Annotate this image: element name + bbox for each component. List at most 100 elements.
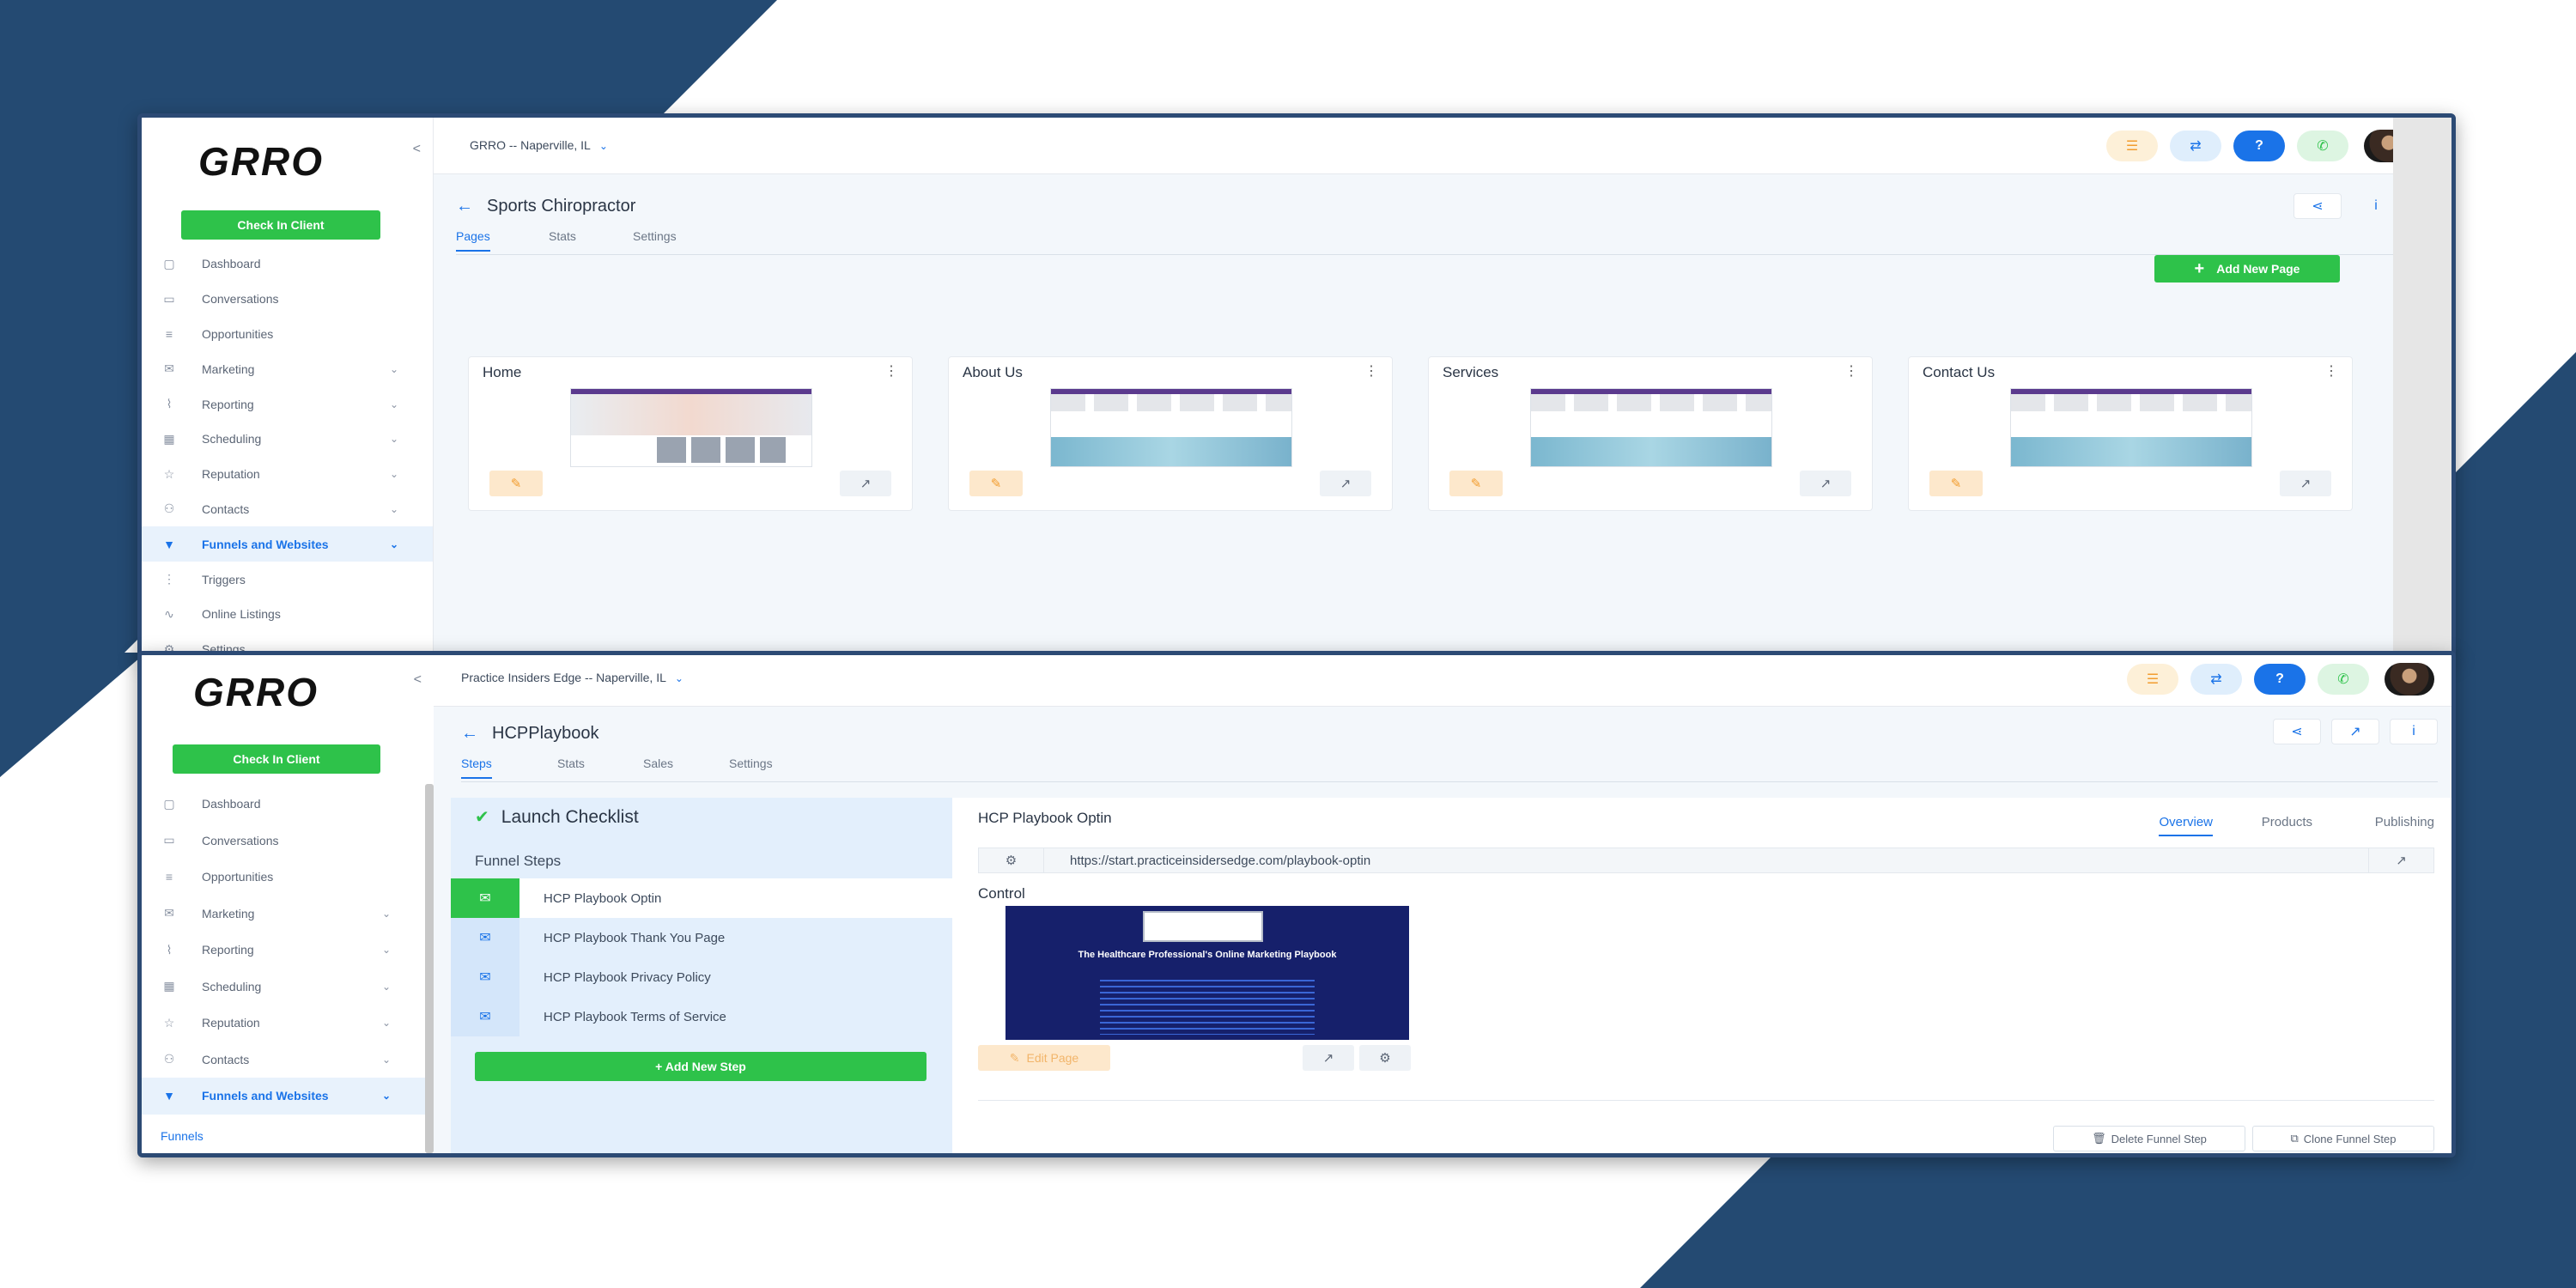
sidebar-subitem-funnels[interactable]: Funnels xyxy=(161,1129,204,1143)
sidebar-item-opportunities[interactable]: ≡ Opportunities xyxy=(142,859,425,896)
sidebar-item-conversations[interactable]: ▭ Conversations xyxy=(142,282,433,317)
sidebar-item-triggers[interactable]: ⋮ Triggers xyxy=(142,562,433,597)
help-icon[interactable]: ? xyxy=(2233,131,2285,161)
page-card[interactable]: Contact Us ⋮ ✎ ↗ xyxy=(1908,356,2353,511)
collapse-sidebar-icon[interactable]: < xyxy=(414,672,422,688)
sidebar-item-funnels-and-websites[interactable]: ▼ Funnels and Websites ⌄ xyxy=(142,526,433,562)
open-external-icon[interactable]: ↗ xyxy=(2331,719,2379,744)
check-in-client-button[interactable]: Check In Client xyxy=(181,210,380,240)
phone-icon[interactable]: ✆ xyxy=(2297,131,2348,161)
page-card[interactable]: Home ⋮ ✎ ↗ xyxy=(468,356,913,511)
clone-funnel-step-button[interactable]: ⧉ Clone Funnel Step xyxy=(2252,1126,2434,1151)
page-preview[interactable]: The Healthcare Professional's Online Mar… xyxy=(1005,906,1409,1040)
chevron-down-icon: ⌄ xyxy=(674,672,683,684)
location-switcher[interactable]: Practice Insiders Edge -- Naperville, IL… xyxy=(461,671,683,684)
sidebar-item-contacts[interactable]: ⚇ Contacts ⌄ xyxy=(142,1042,425,1078)
edit-page-button[interactable]: ✎ Edit Page xyxy=(978,1045,1110,1071)
sidebar-item-scheduling[interactable]: ▦ Scheduling ⌄ xyxy=(142,422,433,457)
page-thumbnail[interactable] xyxy=(1530,388,1772,467)
tab-settings[interactable]: Settings xyxy=(633,229,677,250)
open-external-icon[interactable]: ↗ xyxy=(2368,848,2433,872)
page-title: ← Sports Chiropractor xyxy=(456,197,635,216)
tab-bar: Pages Stats Settings xyxy=(456,229,2417,255)
chevron-down-icon: ⌄ xyxy=(381,980,391,993)
sidebar-item-online-listings[interactable]: ∿ Online Listings xyxy=(142,597,433,632)
avatar[interactable] xyxy=(2385,663,2434,696)
share-icon[interactable]: ⋖ xyxy=(2293,193,2342,219)
tab-pages[interactable]: Pages xyxy=(456,229,490,252)
edit-page-button[interactable]: ✎ xyxy=(489,471,543,496)
tab-products[interactable]: Products xyxy=(2262,815,2312,835)
page-card[interactable]: Services ⋮ ✎ ↗ xyxy=(1428,356,1873,511)
sidebar-item-reporting[interactable]: ⌇ Reporting ⌄ xyxy=(142,386,433,422)
add-new-page-button[interactable]: + Add New Page xyxy=(2154,255,2340,283)
swap-icon[interactable]: ⇄ xyxy=(2170,131,2221,161)
open-external-icon[interactable]: ↗ xyxy=(840,471,891,496)
help-icon[interactable]: ? xyxy=(2254,664,2306,695)
gear-icon[interactable]: ⚙ xyxy=(1359,1045,1411,1071)
open-external-icon[interactable]: ↗ xyxy=(2280,471,2331,496)
list-icon[interactable]: ☰ xyxy=(2127,664,2178,695)
sidebar-item-marketing[interactable]: ✉ Marketing ⌄ xyxy=(142,351,433,386)
tab-sales[interactable]: Sales xyxy=(643,756,673,777)
sidebar-item-reputation[interactable]: ☆ Reputation ⌄ xyxy=(142,457,433,492)
more-vertical-icon[interactable]: ⋮ xyxy=(1364,362,1378,380)
back-arrow-icon[interactable]: ← xyxy=(456,197,473,216)
tab-steps[interactable]: Steps xyxy=(461,756,492,779)
chevron-down-icon: ⌄ xyxy=(381,907,391,920)
funnel-step-item[interactable]: ✉ HCP Playbook Terms of Service xyxy=(451,997,952,1036)
collapse-sidebar-icon[interactable]: < xyxy=(413,142,421,157)
edit-page-button[interactable]: ✎ xyxy=(1449,471,1503,496)
sidebar-item-reporting[interactable]: ⌇ Reporting ⌄ xyxy=(142,932,425,969)
page-thumbnail[interactable] xyxy=(2010,388,2252,467)
mail-icon: ✉ xyxy=(164,361,174,376)
info-icon[interactable]: i xyxy=(2390,719,2438,744)
sidebar-scrollbar[interactable] xyxy=(425,784,434,1153)
add-new-step-button[interactable]: + Add New Step xyxy=(475,1052,927,1081)
sidebar-item-label: Triggers xyxy=(202,572,246,586)
open-external-icon[interactable]: ↗ xyxy=(1303,1045,1354,1071)
open-external-icon[interactable]: ↗ xyxy=(1320,471,1371,496)
more-vertical-icon[interactable]: ⋮ xyxy=(884,362,898,380)
open-external-icon[interactable]: ↗ xyxy=(1800,471,1851,496)
share-icon[interactable]: ⋖ xyxy=(2273,719,2321,744)
sidebar-item-marketing[interactable]: ✉ Marketing ⌄ xyxy=(142,896,425,933)
topbar: GRRO -- Naperville, IL ⌄ ☰ ⇄ ? ✆ xyxy=(434,118,2451,174)
sidebar-item-contacts[interactable]: ⚇ Contacts ⌄ xyxy=(142,492,433,527)
edit-page-button[interactable]: ✎ xyxy=(969,471,1023,496)
funnel-step-item[interactable]: ✉ HCP Playbook Optin xyxy=(451,878,952,918)
mail-icon: ✉ xyxy=(451,918,519,957)
sidebar-item-reputation[interactable]: ☆ Reputation ⌄ xyxy=(142,1005,425,1042)
funnel-step-item[interactable]: ✉ HCP Playbook Privacy Policy xyxy=(451,957,952,997)
delete-funnel-step-button[interactable]: 🗑 Delete Funnel Step xyxy=(2053,1126,2245,1151)
sidebar-item-conversations[interactable]: ▭ Conversations xyxy=(142,823,425,860)
sidebar-item-dashboard[interactable]: ▢ Dashboard xyxy=(142,786,425,823)
tab-stats[interactable]: Stats xyxy=(549,229,576,250)
list-icon[interactable]: ☰ xyxy=(2106,131,2158,161)
gear-icon[interactable]: ⚙ xyxy=(979,848,1044,872)
page-card[interactable]: About Us ⋮ ✎ ↗ xyxy=(948,356,1393,511)
funnel-step-item[interactable]: ✉ HCP Playbook Thank You Page xyxy=(451,918,952,957)
back-arrow-icon[interactable]: ← xyxy=(461,724,478,743)
main-content: ← Sports Chiropractor ⋖ i Pages Stats Set… xyxy=(434,174,2451,655)
location-switcher[interactable]: GRRO -- Naperville, IL ⌄ xyxy=(470,138,608,152)
more-vertical-icon[interactable]: ⋮ xyxy=(1844,362,1858,380)
tab-settings[interactable]: Settings xyxy=(729,756,773,777)
tab-overview[interactable]: Overview xyxy=(2159,815,2213,836)
sidebar-item-label: Contacts xyxy=(202,501,250,516)
check-in-client-button[interactable]: Check In Client xyxy=(173,744,380,774)
sidebar-item-dashboard[interactable]: ▢ Dashboard xyxy=(142,246,433,282)
sidebar-item-funnels-and-websites[interactable]: ▼ Funnels and Websites ⌄ xyxy=(142,1078,425,1115)
sidebar-item-scheduling[interactable]: ▦ Scheduling ⌄ xyxy=(142,969,425,1005)
tab-publishing[interactable]: Publishing xyxy=(2375,815,2434,835)
swap-icon[interactable]: ⇄ xyxy=(2190,664,2242,695)
launch-checklist[interactable]: ✔ Launch Checklist xyxy=(475,806,639,828)
edit-page-button[interactable]: ✎ xyxy=(1929,471,1983,496)
more-vertical-icon[interactable]: ⋮ xyxy=(2324,362,2338,380)
step-url[interactable]: https://start.practiceinsidersedge.com/p… xyxy=(1070,854,1370,868)
sidebar-item-opportunities[interactable]: ≡ Opportunities xyxy=(142,317,433,352)
page-thumbnail[interactable] xyxy=(1050,388,1292,467)
tab-stats[interactable]: Stats xyxy=(557,756,585,777)
phone-icon[interactable]: ✆ xyxy=(2318,664,2369,695)
page-thumbnail[interactable] xyxy=(570,388,812,467)
